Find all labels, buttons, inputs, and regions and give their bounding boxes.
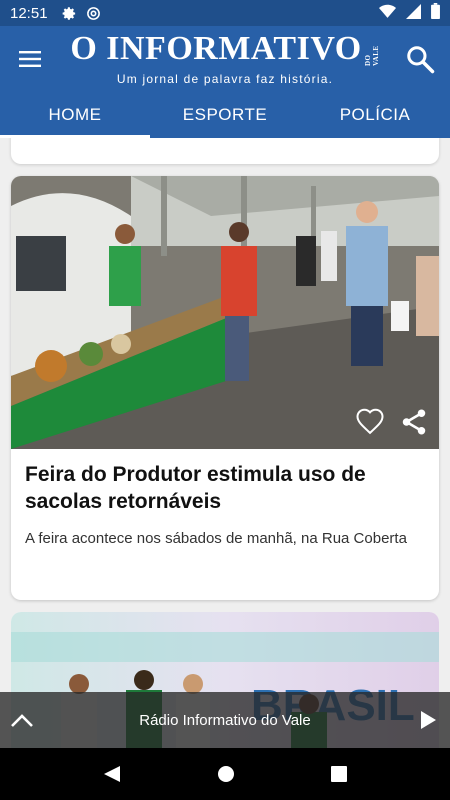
- logo-small-text: DO VALE: [363, 45, 380, 66]
- home-icon: [218, 766, 234, 782]
- tab-policia[interactable]: POLÍCIA: [300, 92, 450, 138]
- play-button[interactable]: [406, 710, 450, 730]
- chevron-up-icon: [11, 714, 33, 727]
- heart-outline-icon[interactable]: [355, 407, 385, 437]
- article-title[interactable]: Feira do Produtor estimula uso de sacola…: [11, 449, 439, 515]
- wifi-icon: [379, 4, 396, 23]
- battery-icon: [431, 3, 440, 23]
- article-card[interactable]: Feira do Produtor estimula uso de sacola…: [11, 176, 439, 600]
- logo-main-text: O INFORMATIVO: [70, 30, 362, 67]
- previous-article-card[interactable]: [11, 138, 439, 164]
- share-icon[interactable]: [399, 407, 429, 437]
- signal-icon: [406, 3, 421, 23]
- recents-button[interactable]: [331, 766, 347, 782]
- system-nav-bar: [0, 748, 450, 800]
- article-actions: [355, 407, 429, 437]
- back-icon: [104, 766, 120, 782]
- tab-bar: HOME ESPORTE POLÍCIA: [0, 92, 450, 138]
- tab-policia-label: POLÍCIA: [339, 105, 411, 124]
- back-button[interactable]: [103, 765, 121, 783]
- article-description: A feira acontece nos sábados de manhã, n…: [25, 530, 407, 547]
- player-title: Rádio Informativo do Vale: [139, 711, 311, 729]
- hamburger-menu-icon: [19, 51, 41, 67]
- search-icon: [407, 46, 435, 74]
- app-bar: O INFORMATIVO DO VALE Um jornal de palav…: [0, 26, 450, 92]
- article-image[interactable]: [11, 176, 439, 449]
- recents-icon: [331, 766, 347, 782]
- gear-icon: [62, 5, 78, 21]
- logo-title: O INFORMATIVO DO VALE: [70, 30, 380, 67]
- status-time: 12:51: [10, 4, 48, 22]
- expand-player-button[interactable]: [0, 712, 44, 728]
- logo[interactable]: O INFORMATIVO DO VALE Um jornal de palav…: [60, 30, 390, 87]
- logo-tagline: Um jornal de palavra faz história.: [116, 72, 334, 86]
- tab-home-label: HOME: [48, 105, 102, 124]
- news-feed[interactable]: Feira do Produtor estimula uso de sacola…: [0, 138, 450, 748]
- search-button[interactable]: [390, 26, 450, 92]
- tab-esporte[interactable]: ESPORTE: [150, 92, 300, 138]
- play-icon: [421, 711, 436, 729]
- tab-home[interactable]: HOME: [0, 92, 150, 138]
- status-bar: 12:51: [0, 0, 450, 26]
- home-button[interactable]: [217, 765, 235, 783]
- radio-player-bar[interactable]: Rádio Informativo do Vale: [0, 692, 450, 748]
- at-sign-icon: [86, 5, 102, 21]
- menu-button[interactable]: [0, 26, 60, 92]
- tab-esporte-label: ESPORTE: [182, 105, 268, 124]
